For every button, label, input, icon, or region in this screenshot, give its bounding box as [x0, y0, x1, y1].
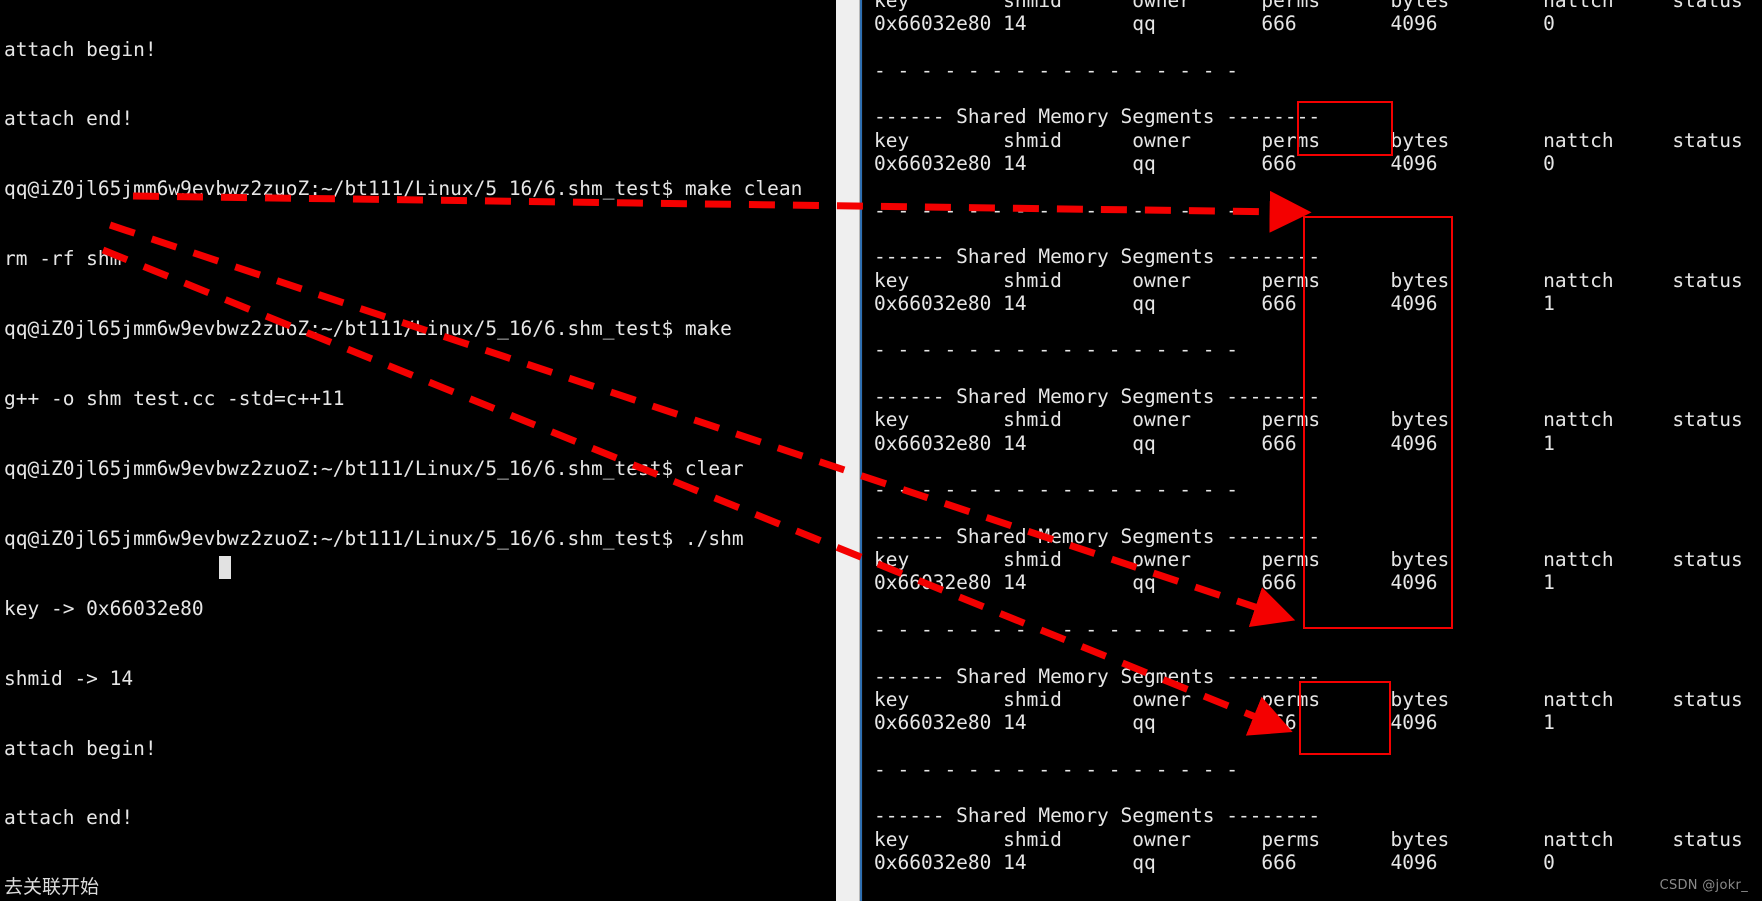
terminal-line: shmid -> 14: [4, 666, 134, 690]
ipcs-data-row: 0x66032e80 14 qq 666 4096 1: [874, 711, 1673, 735]
screen-root: attach begin! attach end! qq@iZ0jl65jmm6…: [0, 0, 1762, 901]
ipcs-data-row: 0x66032e80 14 qq 666 4096 0: [874, 12, 1673, 36]
ipcs-section-header: ------ Shared Memory Segments --------: [874, 524, 1321, 548]
ipcs-separator: - - - - - - - - - - - - - - - -: [874, 898, 1743, 901]
terminal-line: attach begin!: [4, 37, 157, 61]
terminal-line: qq@iZ0jl65jmm6w9evbwz2zuoZ:~/bt111/Linux…: [4, 526, 744, 550]
vertical-scrollbar-track[interactable]: [836, 0, 1690, 901]
ipcs-separator: - - - - - - - - - - - - - - - -: [874, 198, 1238, 222]
ipcs-column-header: key shmid owner perms bytes nattch statu…: [874, 0, 1743, 12]
ipcs-column-header: key shmid owner perms bytes nattch statu…: [874, 268, 1743, 292]
terminal-line: attach begin!: [4, 736, 157, 760]
right-terminal-pane[interactable]: key shmid owner perms bytes nattch statu…: [863, 0, 1762, 901]
mouse-pointer-block: [219, 556, 231, 579]
terminal-line: rm -rf shm: [4, 247, 122, 271]
terminal-line: key -> 0x66032e80: [4, 596, 204, 620]
ipcs-separator: - - - - - - - - - - - - - - - -: [874, 757, 1238, 781]
watermark-label: CSDN @jokr_: [1659, 878, 1748, 893]
ipcs-section-header: ------ Shared Memory Segments --------: [874, 664, 1321, 688]
left-terminal-pane[interactable]: attach begin! attach end! qq@iZ0jl65jmm6…: [0, 0, 836, 901]
ipcs-separator: - - - - - - - - - - - - - - - -: [874, 338, 1238, 362]
terminal-line: qq@iZ0jl65jmm6w9evbwz2zuoZ:~/bt111/Linux…: [4, 177, 803, 201]
terminal-line-cjk: 去关联开始: [4, 876, 100, 899]
ipcs-data-row: 0x66032e80 14 qq 666 4096 1: [874, 431, 1673, 455]
ipcs-section-header: ------ Shared Memory Segments --------: [874, 385, 1321, 409]
ipcs-data-row: 0x66032e80 14 qq 666 4096 0: [874, 152, 1673, 176]
ipcs-section-header: ------ Shared Memory Segments --------: [874, 804, 1321, 828]
ipcs-column-header: key shmid owner perms bytes nattch statu…: [874, 548, 1743, 572]
ipcs-data-row: 0x66032e80 14 qq 666 4096 0: [874, 850, 1673, 874]
terminal-line: g++ -o shm test.cc -std=c++11: [4, 387, 345, 411]
terminal-line: attach end!: [4, 806, 134, 830]
ipcs-column-header: key shmid owner perms bytes nattch statu…: [874, 128, 1743, 152]
ipcs-separator: - - - - - - - - - - - - - - - -: [874, 58, 1238, 82]
ipcs-column-header: key shmid owner perms bytes nattch statu…: [874, 687, 1743, 711]
ipcs-column-header: key shmid owner perms bytes nattch statu…: [874, 827, 1743, 851]
ipcs-data-row: 0x66032e80 14 qq 666 4096 1: [874, 291, 1673, 315]
terminal-line: attach end!: [4, 107, 134, 131]
ipcs-section-header: ------ Shared Memory Segments --------: [874, 245, 1321, 269]
ipcs-separator: - - - - - - - - - - - - - - - -: [874, 478, 1238, 502]
terminal-line: qq@iZ0jl65jmm6w9evbwz2zuoZ:~/bt111/Linux…: [4, 456, 744, 480]
right-terminal-output: key shmid owner perms bytes nattch statu…: [874, 0, 1743, 901]
ipcs-section-header: ------ Shared Memory Segments --------: [874, 105, 1321, 129]
ipcs-data-row: 0x66032e80 14 qq 666 4096 1: [874, 571, 1673, 595]
ipcs-column-header: key shmid owner perms bytes nattch statu…: [874, 408, 1743, 432]
terminal-line: qq@iZ0jl65jmm6w9evbwz2zuoZ:~/bt111/Linux…: [4, 317, 732, 341]
ipcs-separator: - - - - - - - - - - - - - - - -: [874, 618, 1238, 642]
left-terminal-output: attach begin! attach end! qq@iZ0jl65jmm6…: [4, 0, 802, 901]
